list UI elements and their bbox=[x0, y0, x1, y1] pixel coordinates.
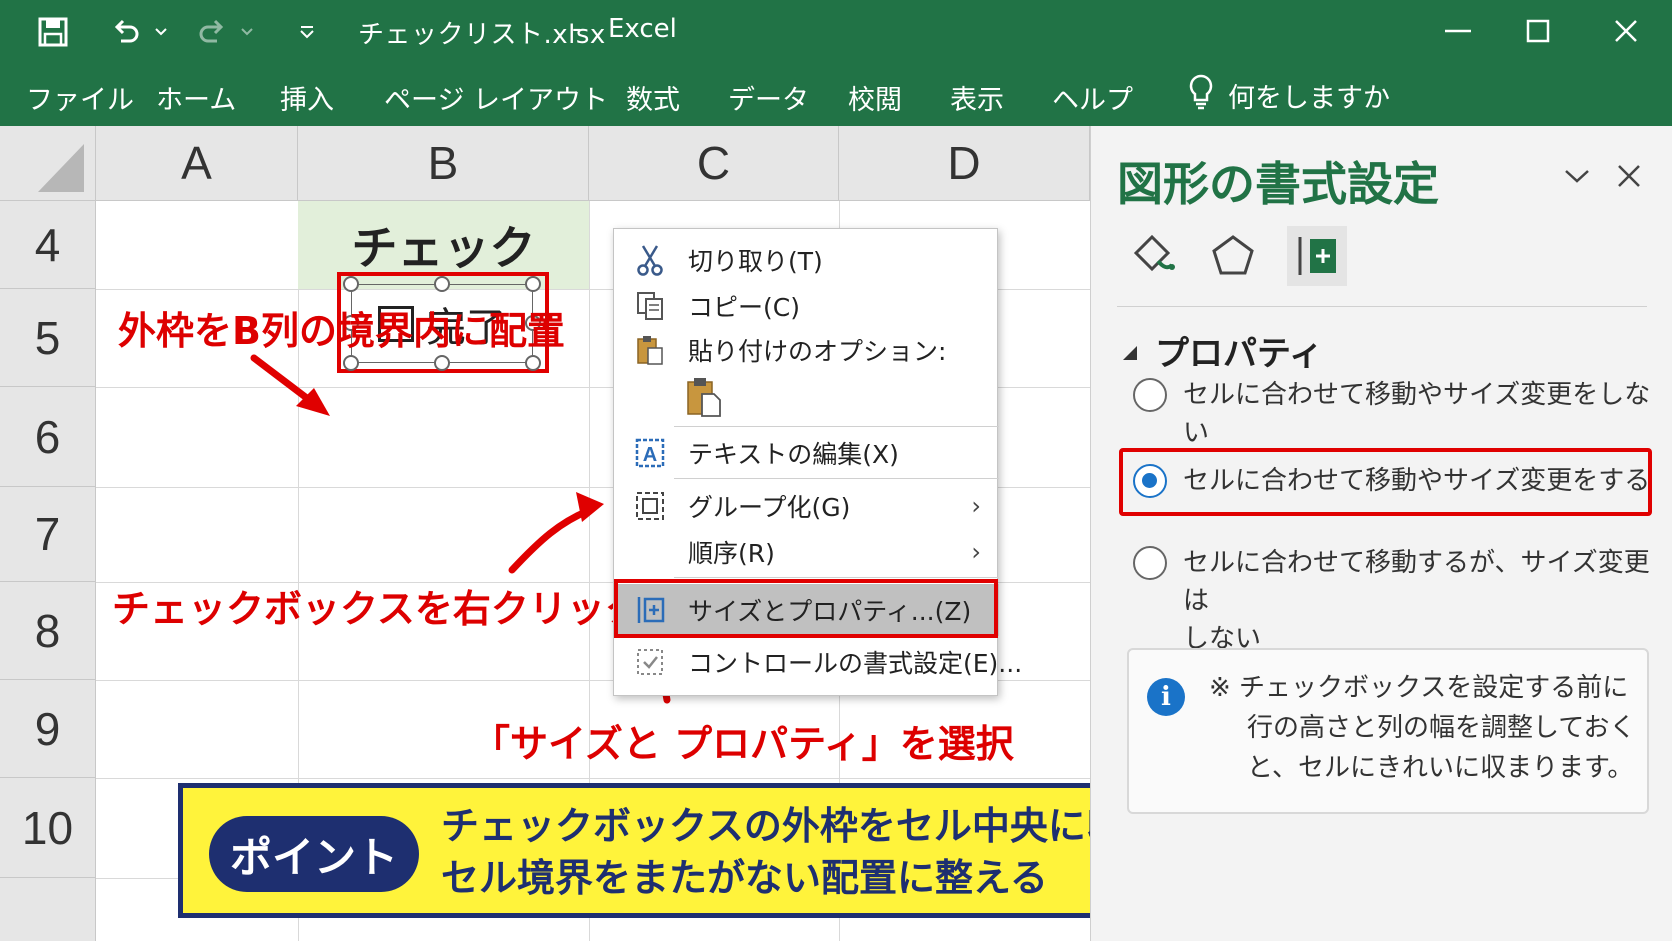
edit-text-icon: A bbox=[632, 435, 668, 471]
radio-label: セルに合わせて移動するが、サイズ変更は しない bbox=[1183, 544, 1672, 658]
menu-label-order: 順序(R) bbox=[688, 539, 775, 568]
radio-option-dont-move-size[interactable]: セルに合わせて移動やサイズ変更をしない bbox=[1133, 376, 1672, 452]
group-icon bbox=[632, 488, 668, 524]
tell-me-label: 何をしますか bbox=[1228, 83, 1390, 114]
arrow-to-checkbox bbox=[250, 354, 316, 406]
menu-item-copy[interactable]: コピー(C) bbox=[614, 283, 999, 329]
chevron-right-icon: › bbox=[971, 492, 981, 520]
pane-close-icon[interactable] bbox=[1611, 158, 1647, 194]
menu-item-group[interactable]: グループ化(G) › bbox=[614, 483, 999, 529]
point-badge: ポイント bbox=[209, 816, 419, 892]
info-line-2: 行の高さと列の幅を調整しておく bbox=[1247, 713, 1636, 743]
info-note: i ※ チェックボックスを設定する前に 行の高さと列の幅を調整しておく と、セル… bbox=[1127, 648, 1649, 814]
menu-item-cut[interactable]: 切り取り(T) bbox=[614, 237, 999, 283]
menu-item-format-control[interactable]: コントロールの書式設定(E)... bbox=[614, 639, 1022, 685]
pane-title: 図形の書式設定 bbox=[1117, 157, 1439, 211]
paste-clipboard-icon[interactable] bbox=[682, 375, 726, 419]
svg-text:A: A bbox=[643, 444, 657, 466]
close-window-button[interactable] bbox=[1596, 8, 1656, 54]
selected-option-highlight-frame bbox=[1119, 448, 1652, 516]
info-icon: i bbox=[1147, 678, 1185, 716]
chevron-right-icon: › bbox=[971, 538, 981, 566]
properties-section-header[interactable]: プロパティ bbox=[1121, 326, 1323, 375]
tell-me-box[interactable]: 何をしますか bbox=[1188, 74, 1390, 117]
menu-label-edit-text: テキストの編集(X) bbox=[688, 440, 899, 469]
radio-option-move-dont-size[interactable]: セルに合わせて移動するが、サイズ変更は しない bbox=[1133, 544, 1672, 658]
arrow-to-menu bbox=[508, 506, 594, 574]
minimize-button[interactable] bbox=[1428, 8, 1488, 54]
size-properties-highlight-frame bbox=[614, 579, 998, 638]
menu-label-format-control: コントロールの書式設定(E)... bbox=[688, 649, 1023, 678]
copy-icon bbox=[632, 288, 668, 324]
effects-tab-icon[interactable] bbox=[1203, 226, 1263, 286]
menu-item-edit-text[interactable]: A テキストの編集(X) bbox=[614, 430, 999, 476]
scissors-icon bbox=[632, 242, 668, 278]
menu-separator bbox=[674, 577, 999, 578]
size-properties-tab-icon[interactable] bbox=[1287, 226, 1347, 286]
radio-button[interactable] bbox=[1133, 546, 1167, 580]
collapse-triangle-icon bbox=[1121, 331, 1139, 371]
menu-item-order[interactable]: 順序(R) › bbox=[614, 529, 999, 575]
menu-label-copy: コピー(C) bbox=[688, 293, 800, 322]
pane-divider bbox=[1117, 306, 1647, 307]
maximize-button[interactable] bbox=[1508, 8, 1568, 54]
point-callout: ポイント チェックボックスの外枠をセル中央に収める セル境界をまたがない配置に整… bbox=[178, 783, 1200, 918]
menu-label-paste-options: 貼り付けのオプション: bbox=[688, 337, 947, 366]
paste-icon bbox=[632, 332, 668, 368]
properties-section-title: プロパティ bbox=[1155, 334, 1323, 374]
menu-separator bbox=[674, 478, 999, 479]
info-line-1: ※ チェックボックスを設定する前に bbox=[1209, 673, 1629, 703]
menu-label-group: グループ化(G) bbox=[688, 493, 851, 522]
radio-button[interactable] bbox=[1133, 378, 1167, 412]
lightbulb-icon bbox=[1188, 74, 1214, 117]
point-line-2: セル境界をまたがない配置に整える bbox=[441, 856, 1048, 900]
menu-item-paste-options: 貼り付けのオプション: bbox=[614, 327, 999, 373]
point-text: チェックボックスの外枠をセル中央に収める セル境界をまたがない配置に整える bbox=[441, 800, 1200, 904]
menu-item-paste-button[interactable] bbox=[614, 372, 999, 422]
radio-label-line-1: セルに合わせて移動するが、サイズ変更は bbox=[1183, 548, 1650, 616]
format-control-icon bbox=[632, 644, 668, 680]
pane-options-chevron-icon[interactable] bbox=[1559, 158, 1595, 194]
menu-separator bbox=[674, 426, 999, 427]
radio-label: セルに合わせて移動やサイズ変更をしない bbox=[1183, 380, 1651, 448]
point-line-1: チェックボックスの外枠をセル中央に収める bbox=[441, 804, 1200, 848]
fill-line-tab-icon[interactable] bbox=[1123, 226, 1183, 286]
menu-label-cut: 切り取り(T) bbox=[688, 247, 823, 276]
format-shape-pane: 図形の書式設定 プロパティ セルに合わせて移動やサイズ変更をしない セルに合わせ… bbox=[1090, 126, 1672, 941]
info-text: ※ チェックボックスを設定する前に 行の高さと列の幅を調整しておく と、セルにき… bbox=[1209, 668, 1635, 788]
info-line-3: と、セルにきれいに収まります。 bbox=[1247, 753, 1634, 783]
